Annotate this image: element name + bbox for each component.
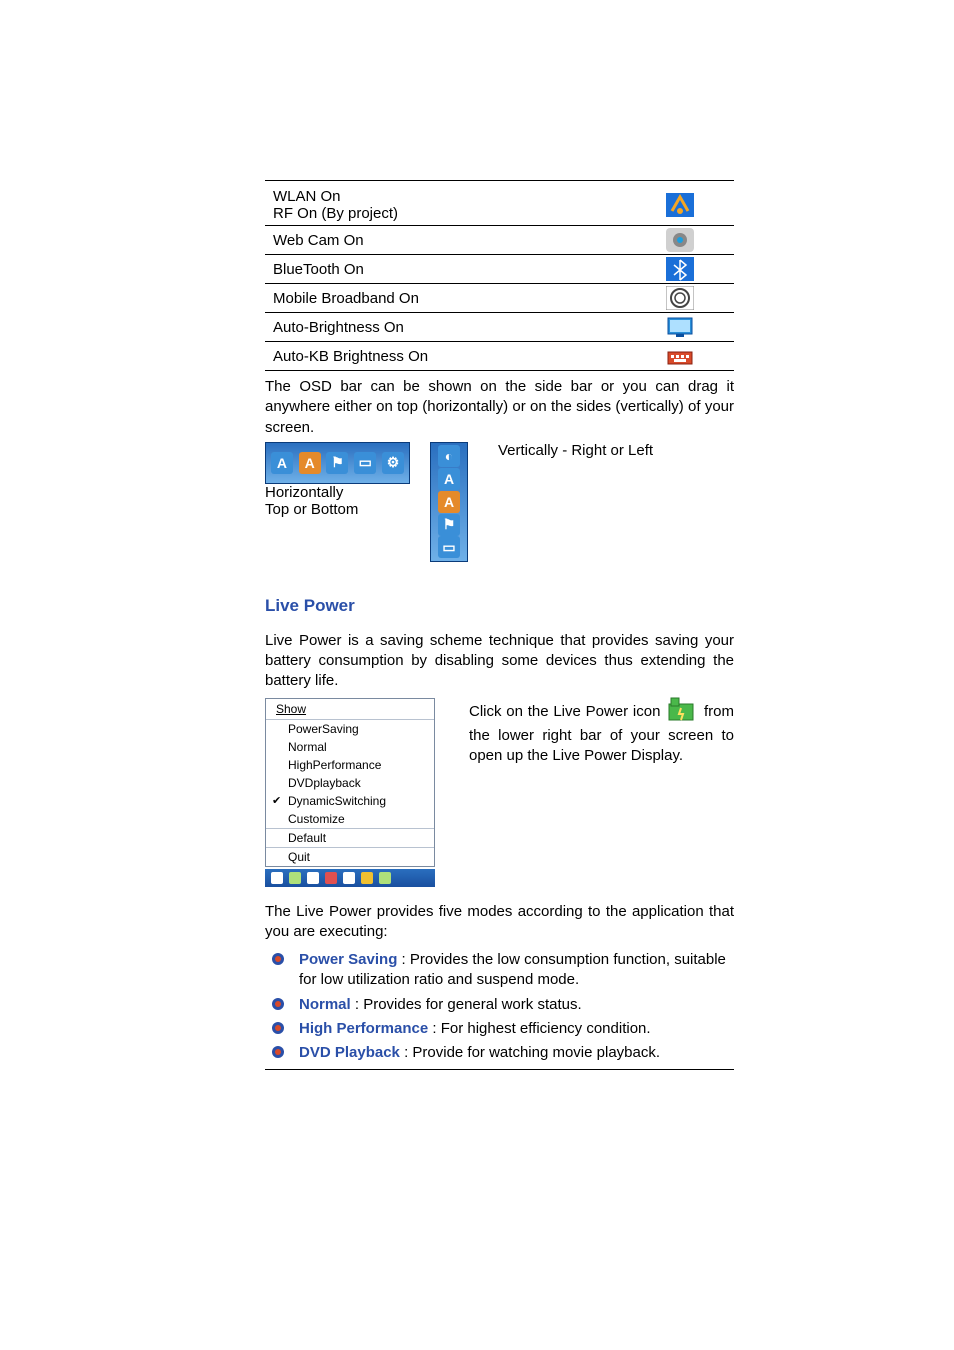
menu-item-highperformance[interactable]: HighPerformance: [266, 756, 434, 774]
modes-intro: The Live Power provides five modes accor…: [265, 902, 734, 943]
osd-description: The OSD bar can be shown on the side bar…: [265, 377, 734, 438]
webcam-icon: [666, 228, 694, 252]
osd-horizontal-bar: A A ⚑ ▭ ⚙: [265, 442, 410, 484]
menu-item-dynamicswitching[interactable]: DynamicSwitching: [266, 792, 434, 810]
menu-head[interactable]: Show: [266, 699, 434, 719]
menu-item-customize[interactable]: Customize: [266, 810, 434, 828]
features-table: WLAN On RF On (By project) Web Cam On: [265, 185, 734, 371]
table-row: Web Cam On: [265, 226, 734, 255]
osd-glyph-handle: ◐: [438, 445, 460, 467]
mode-item-normal: Normal : Provides for general work statu…: [265, 993, 734, 1017]
osd-glyph-monitor: ▭: [354, 452, 376, 474]
mode-name: Normal: [299, 996, 351, 1013]
osd-glyph-a: A: [271, 452, 293, 474]
mode-item-highperformance: High Performance : For highest efficienc…: [265, 1017, 734, 1041]
tray-icon: [325, 872, 337, 884]
table-row: BlueTooth On: [265, 255, 734, 284]
menu-item-normal[interactable]: Normal: [266, 738, 434, 756]
tray-icon: [343, 872, 355, 884]
mode-desc: : Provide for watching movie playback.: [404, 1044, 660, 1061]
wlan-icon: [666, 193, 694, 217]
bluetooth-icon: [666, 257, 694, 281]
osd-glyph-flag: ⚑: [326, 452, 348, 474]
osd-glyph-gear: ⚙: [382, 452, 404, 474]
osd-glyph-monitor2: ▭: [438, 536, 460, 558]
osd-vertical-bar: ◐ A A ⚑ ▭: [430, 442, 468, 562]
mode-name: DVD Playback: [299, 1044, 400, 1061]
table-row: Auto-Brightness On: [265, 313, 734, 342]
live-power-menu: Show PowerSaving Normal HighPerformance …: [265, 698, 435, 887]
mode-item-powersaving: Power Saving : Provides the low consumpt…: [265, 948, 734, 993]
mode-desc: : For highest efficiency condition.: [432, 1020, 650, 1037]
bullet-icon: [271, 1021, 285, 1035]
table-row: Mobile Broadband On: [265, 284, 734, 313]
keyboard-icon: [666, 344, 694, 368]
menu-item-default[interactable]: Default: [266, 829, 434, 847]
feature-label: WLAN On: [273, 188, 341, 205]
osd-glyph-badge2: A: [438, 491, 460, 513]
bullet-icon: [271, 1045, 285, 1059]
feature-label: Auto-KB Brightness On: [273, 348, 428, 365]
tray-icon: [307, 872, 319, 884]
broadband-icon: [666, 286, 694, 310]
table-row: WLAN On RF On (By project): [265, 185, 734, 226]
tray-icon: [289, 872, 301, 884]
bullet-icon: [271, 997, 285, 1011]
mode-item-dvdplayback: DVD Playback : Provide for watching movi…: [265, 1041, 734, 1065]
feature-label: Web Cam On: [273, 232, 364, 249]
live-power-heading: Live Power: [265, 596, 734, 616]
osd-glyph-a2: A: [438, 468, 460, 490]
system-tray: [265, 869, 435, 887]
osd-glyph-badge: A: [299, 452, 321, 474]
bullet-icon: [271, 952, 285, 966]
osd-horizontal-label-1: Horizontally: [265, 484, 410, 501]
tray-icon: [271, 872, 283, 884]
mode-name: High Performance: [299, 1020, 428, 1037]
monitor-icon: [666, 315, 694, 339]
menu-item-quit[interactable]: Quit: [266, 848, 434, 866]
feature-sublabel: RF On (By project): [273, 205, 398, 222]
osd-horizontal-label-2: Top or Bottom: [265, 501, 410, 518]
menu-item-powersaving[interactable]: PowerSaving: [266, 720, 434, 738]
mode-name: Power Saving: [299, 951, 397, 968]
feature-label: Mobile Broadband On: [273, 290, 419, 307]
menu-item-dvdplayback[interactable]: DVDplayback: [266, 774, 434, 792]
modes-list: Power Saving : Provides the low consumpt…: [265, 948, 734, 1065]
mode-desc: : Provides for general work status.: [355, 996, 582, 1013]
tray-icon: [379, 872, 391, 884]
tray-livepower-icon[interactable]: [361, 872, 373, 884]
feature-label: BlueTooth On: [273, 261, 364, 278]
table-row: Auto-KB Brightness On: [265, 342, 734, 371]
live-power-right-1: Click on the Live Power icon: [469, 702, 660, 719]
feature-label: Auto-Brightness On: [273, 319, 404, 336]
osd-glyph-flag2: ⚑: [438, 514, 460, 536]
live-power-icon: [667, 696, 697, 724]
osd-vertical-label: Vertically - Right or Left: [498, 442, 653, 459]
live-power-intro: Live Power is a saving scheme technique …: [265, 631, 734, 692]
